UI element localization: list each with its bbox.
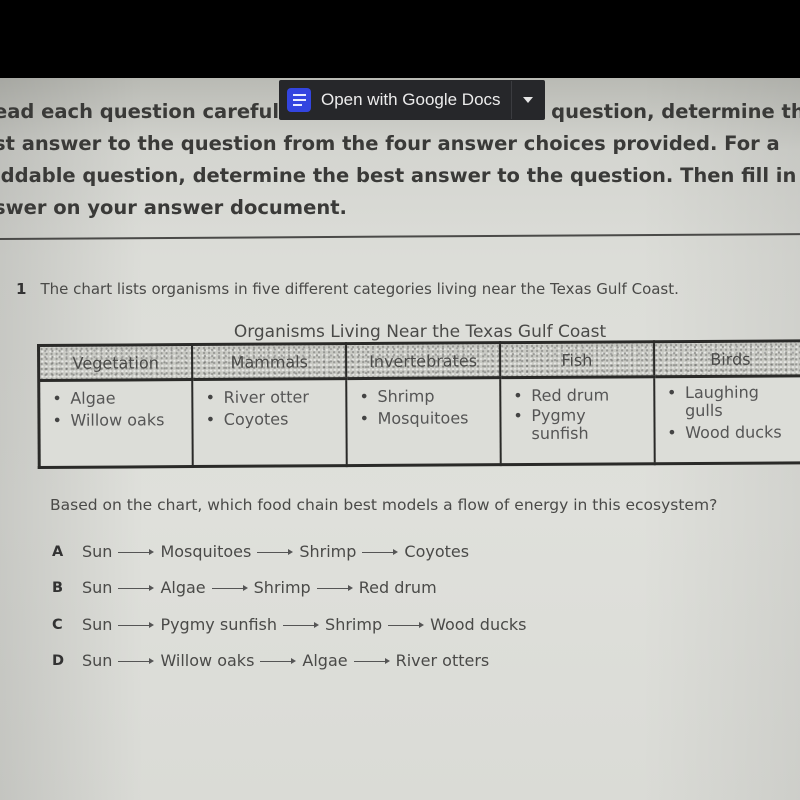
list-item: Algae (62, 387, 183, 410)
list-item: Laughing gulls (677, 383, 765, 421)
arrow-right-icon (211, 583, 248, 593)
open-with-google-docs-bar: Open with Google Docs (279, 80, 545, 120)
chain-item: Wood ducks (430, 615, 527, 634)
chain-item: Sun (82, 615, 113, 634)
column-header: Fish (499, 341, 654, 378)
chart-title: Organisms Living Near the Texas Gulf Coa… (233, 322, 607, 342)
question-text: The chart lists organisms in five differ… (40, 280, 679, 298)
choice-letter: D (52, 652, 65, 669)
arrow-right-icon (118, 620, 155, 630)
answer-choice-b[interactable]: B Sun Algae Shrimp Red drum (52, 578, 437, 597)
table-cell-mammals: River otter Coyotes (192, 378, 347, 467)
arrow-right-icon (362, 547, 399, 557)
open-with-dropdown-button[interactable] (512, 80, 545, 120)
chain-item: Pygmy sunfish (160, 615, 278, 634)
chain-item: River otters (395, 651, 490, 670)
chain-item: Willow oaks (160, 651, 255, 670)
arrow-right-icon (118, 547, 155, 557)
chain-item: Red drum (358, 578, 437, 597)
list-item: Mosquitoes (369, 407, 491, 430)
table-header-row: Vegetation Mammals Invertebrates Fish Bi… (38, 340, 800, 381)
instructions-line-1-right: question, determine the (551, 100, 800, 123)
column-header: Birds (653, 340, 800, 377)
organisms-table: Vegetation Mammals Invertebrates Fish Bi… (37, 339, 800, 469)
choice-letter: B (52, 579, 64, 596)
chain-item: Sun (82, 578, 113, 597)
arrow-right-icon (353, 656, 390, 666)
answer-choice-c[interactable]: C Sun Pygmy sunfish Shrimp Wood ducks (52, 615, 527, 634)
chain-item: Algae (302, 651, 348, 670)
open-with-label: Open with Google Docs (321, 90, 501, 109)
question-prompt: Based on the chart, which food chain bes… (50, 496, 718, 514)
list-item: Wood ducks (677, 421, 798, 444)
instructions-line-3: iddable question, determine the best ans… (0, 164, 797, 187)
table-cell-vegetation: Algae Willow oaks (38, 379, 194, 468)
answer-choice-a[interactable]: A Sun Mosquitoes Shrimp Coyotes (52, 542, 469, 561)
chain-item: Shrimp (253, 578, 311, 597)
list-item: Pygmy sunfish (523, 406, 601, 443)
instructions-line-1-left: ead each question careful (0, 100, 280, 123)
arrow-right-icon (257, 547, 294, 557)
column-header: Vegetation (38, 344, 193, 381)
chain-item: Shrimp (299, 542, 357, 561)
arrow-right-icon (283, 620, 320, 630)
arrow-right-icon (118, 583, 155, 593)
chain-item: Sun (82, 542, 113, 561)
column-header: Invertebrates (346, 342, 501, 379)
caret-down-icon (523, 97, 534, 103)
arrow-right-icon (316, 583, 353, 593)
list-item: Coyotes (216, 408, 338, 431)
list-item: Red drum (523, 384, 645, 407)
answer-choice-d[interactable]: D Sun Willow oaks Algae River otters (52, 651, 489, 670)
google-docs-icon (287, 88, 311, 112)
arrow-right-icon (118, 656, 155, 666)
chain-item: Coyotes (404, 542, 470, 561)
choice-letter: A (52, 543, 64, 560)
arrow-right-icon (388, 620, 425, 630)
list-item: Willow oaks (62, 409, 183, 432)
section-divider (0, 233, 800, 240)
chain-item: Mosquitoes (160, 542, 252, 561)
table-cell-invertebrates: Shrimp Mosquitoes (346, 377, 501, 466)
question-number: 1 (16, 280, 27, 298)
table-cell-birds: Laughing gulls Wood ducks (653, 375, 800, 464)
instructions-line-4: swer on your answer document. (0, 196, 347, 219)
list-item: Shrimp (369, 385, 491, 408)
document-page: ead each question careful question, deter… (0, 78, 800, 800)
table-row: Algae Willow oaks River otter Coyotes Sh… (38, 375, 800, 468)
instructions-line-2: st answer to the question from the four … (0, 132, 780, 155)
table-cell-fish: Red drum Pygmy sunfish (500, 376, 655, 465)
chain-item: Algae (160, 578, 206, 597)
chain-item: Shrimp (325, 615, 383, 634)
column-header: Mammals (192, 343, 347, 380)
choice-letter: C (52, 616, 63, 633)
arrow-right-icon (260, 656, 297, 666)
open-with-google-docs-button[interactable]: Open with Google Docs (279, 80, 511, 120)
list-item: River otter (216, 386, 338, 409)
chain-item: Sun (82, 651, 113, 670)
question-stem: 1 The chart lists organisms in five diffe… (16, 280, 679, 298)
